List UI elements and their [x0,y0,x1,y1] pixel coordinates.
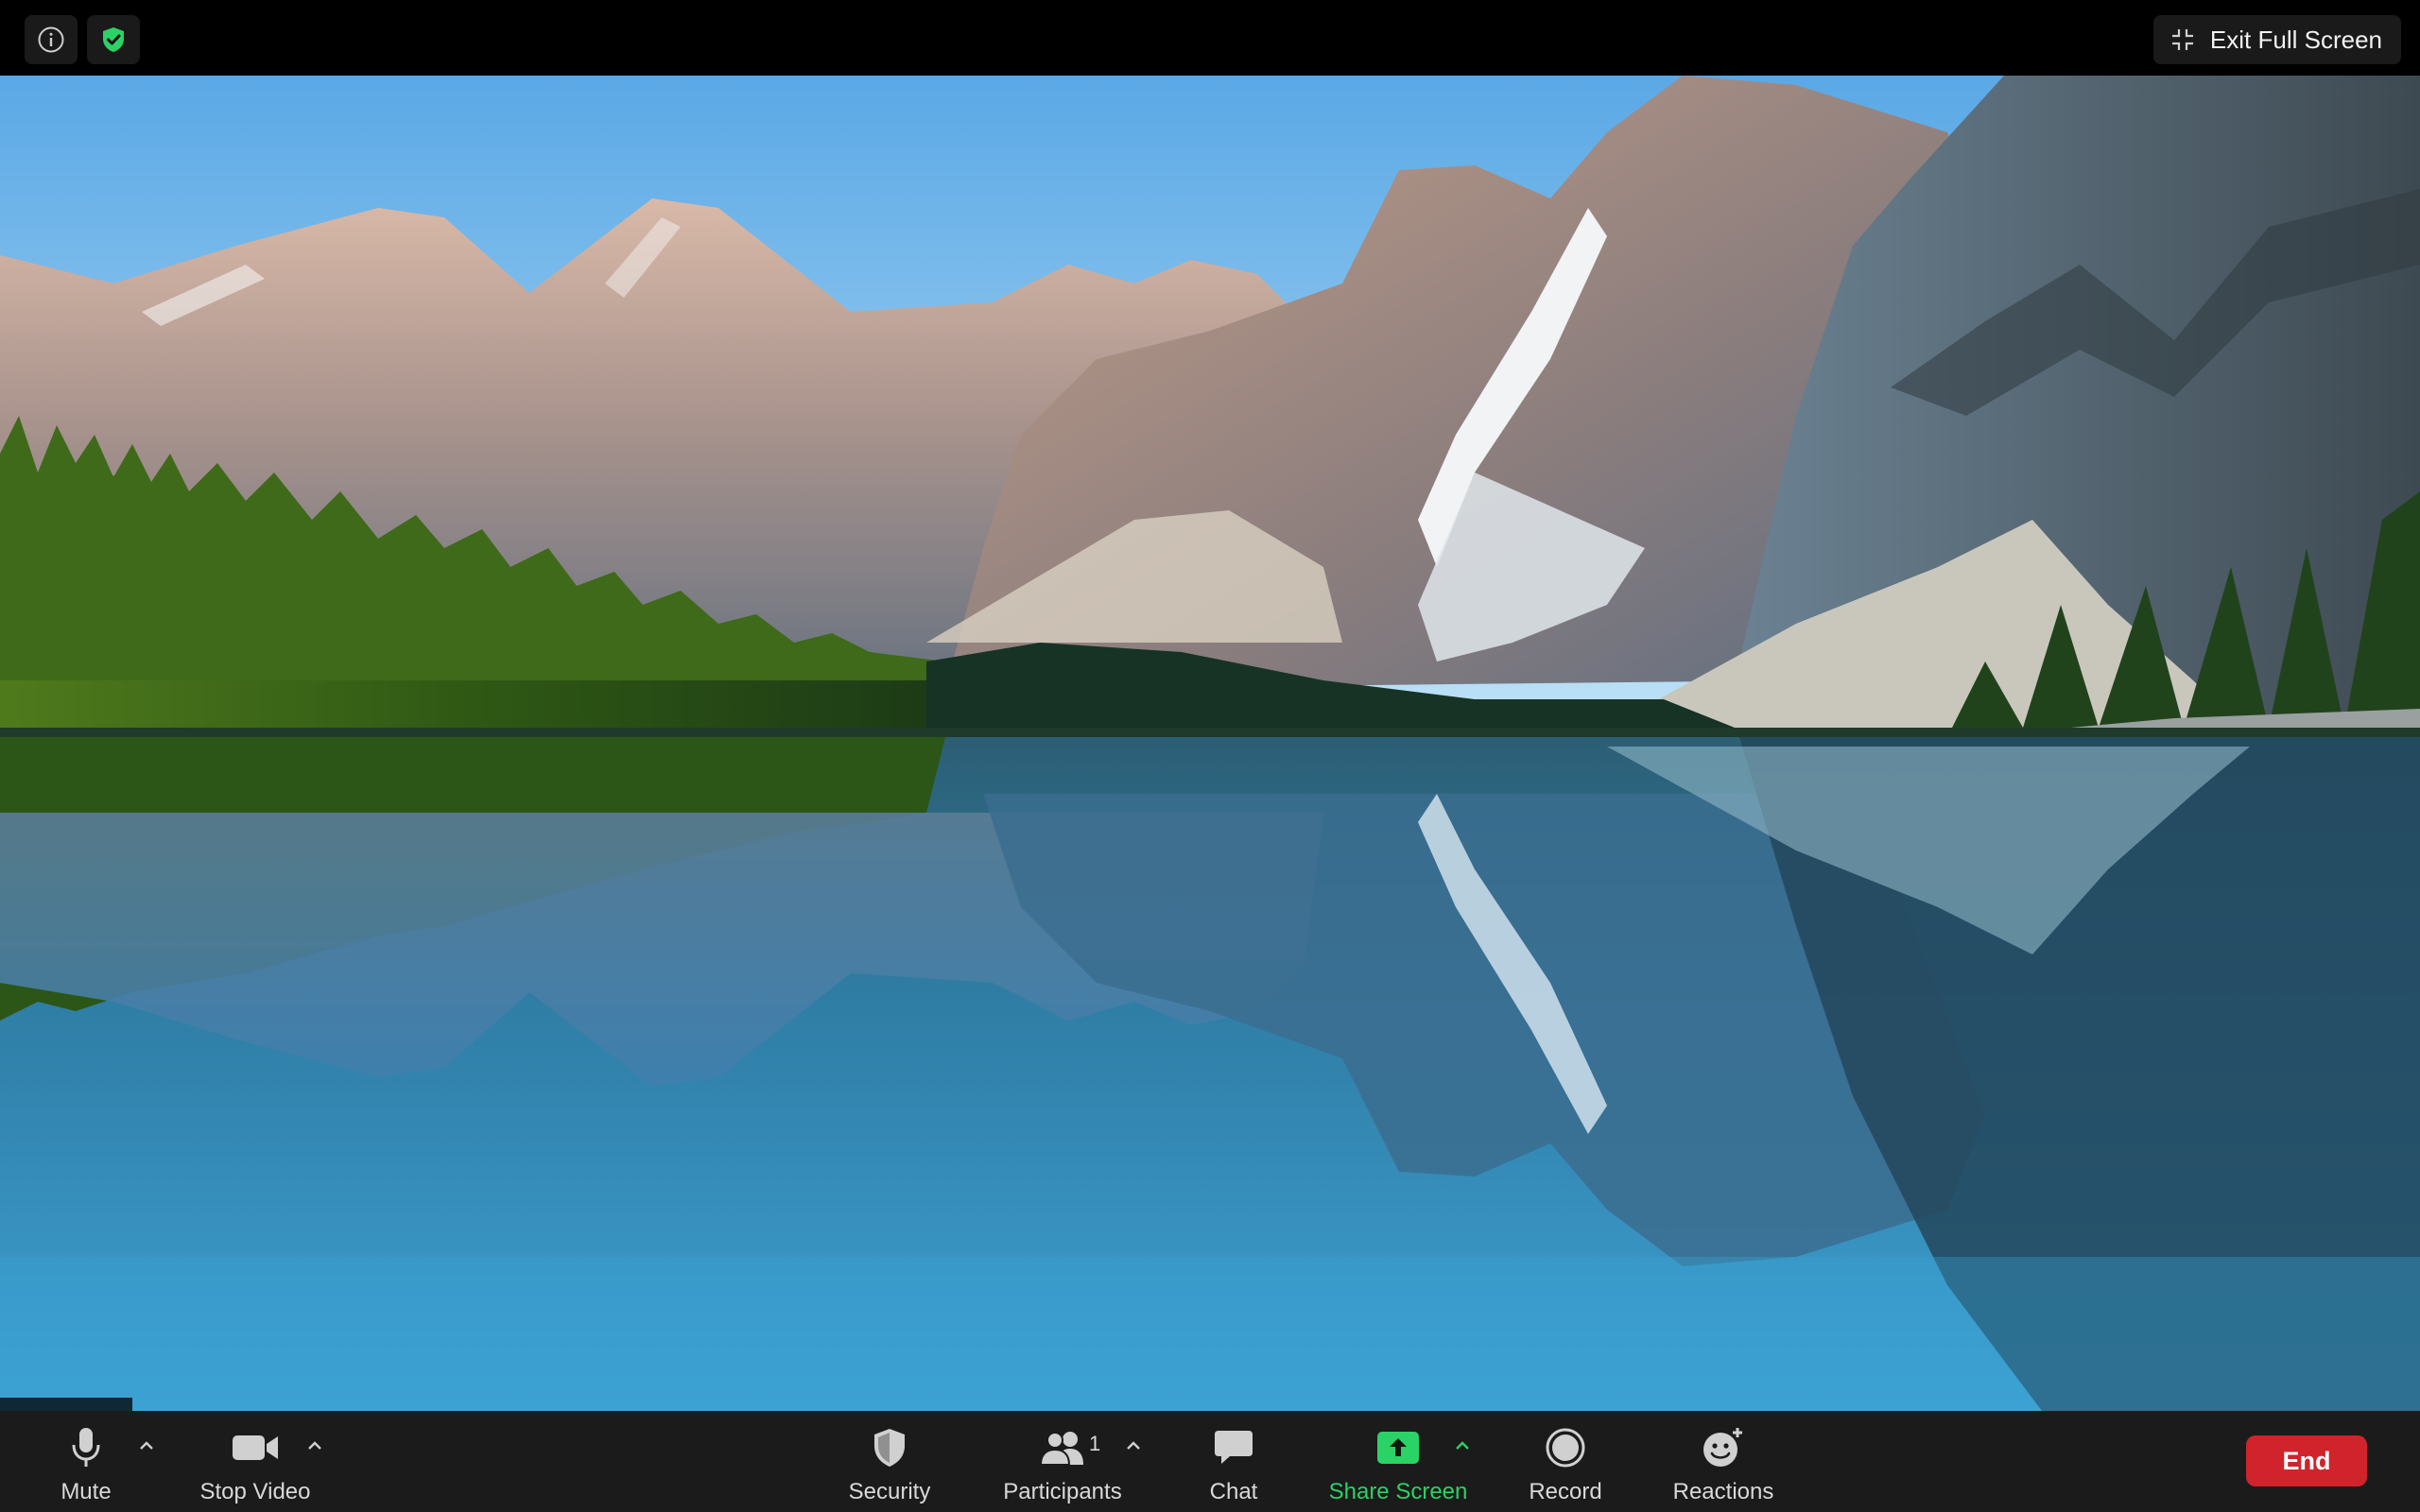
shield-icon [874,1429,905,1467]
participants-count: 1 [1089,1432,1101,1455]
info-icon [38,26,64,53]
mute-label: Mute [60,1479,112,1504]
participants-options-caret[interactable] [1121,1434,1146,1458]
chevron-up-icon [1127,1441,1140,1450]
share-screen-button[interactable]: Share Screen [1320,1411,1477,1512]
participants-icon [1039,1432,1083,1466]
video-feed [0,76,2420,1411]
top-bar: Exit Full Screen [0,0,2420,76]
encryption-button[interactable] [87,15,140,64]
collapse-arrows-icon [2171,29,2193,50]
participant-name-tag [0,1398,132,1411]
mute-button[interactable]: Mute [45,1411,127,1512]
exit-full-screen-button[interactable]: Exit Full Screen [2152,15,2401,64]
end-meeting-button[interactable]: End [2246,1435,2367,1486]
security-label: Security [848,1479,931,1504]
microphone-icon [72,1428,100,1467]
meeting-toolbar: Mute Stop Video Security Participants 1 … [0,1411,2420,1512]
participants-button[interactable]: Participants [994,1411,1131,1512]
chevron-up-icon [308,1441,321,1450]
chevron-up-icon [1456,1441,1469,1450]
audio-options-caret[interactable] [134,1434,159,1458]
exit-full-screen-label: Exit Full Screen [2209,25,2382,54]
share-screen-arrow-icon [1377,1432,1419,1464]
record-button[interactable]: Record [1522,1411,1609,1512]
record-label: Record [1529,1479,1602,1504]
chevron-up-icon [140,1441,153,1450]
video-options-caret[interactable] [302,1434,327,1458]
stop-video-label: Stop Video [199,1479,311,1504]
security-button[interactable]: Security [838,1411,942,1512]
reactions-label: Reactions [1672,1479,1774,1504]
chat-label: Chat [1209,1479,1258,1504]
chat-button[interactable]: Chat [1191,1411,1276,1512]
participants-label: Participants [1003,1479,1122,1504]
chat-bubble-icon [1215,1431,1253,1464]
share-screen-label: Share Screen [1328,1479,1468,1504]
share-options-caret[interactable] [1450,1434,1475,1458]
meeting-info-button[interactable] [25,15,78,64]
reactions-button[interactable]: Reactions [1666,1411,1781,1512]
shield-check-icon [103,27,124,52]
record-icon [1546,1428,1585,1468]
video-camera-icon [233,1435,278,1460]
stop-video-button[interactable]: Stop Video [189,1411,321,1512]
smiley-plus-icon [1703,1428,1742,1467]
mountain-lake-image [0,76,2420,1411]
